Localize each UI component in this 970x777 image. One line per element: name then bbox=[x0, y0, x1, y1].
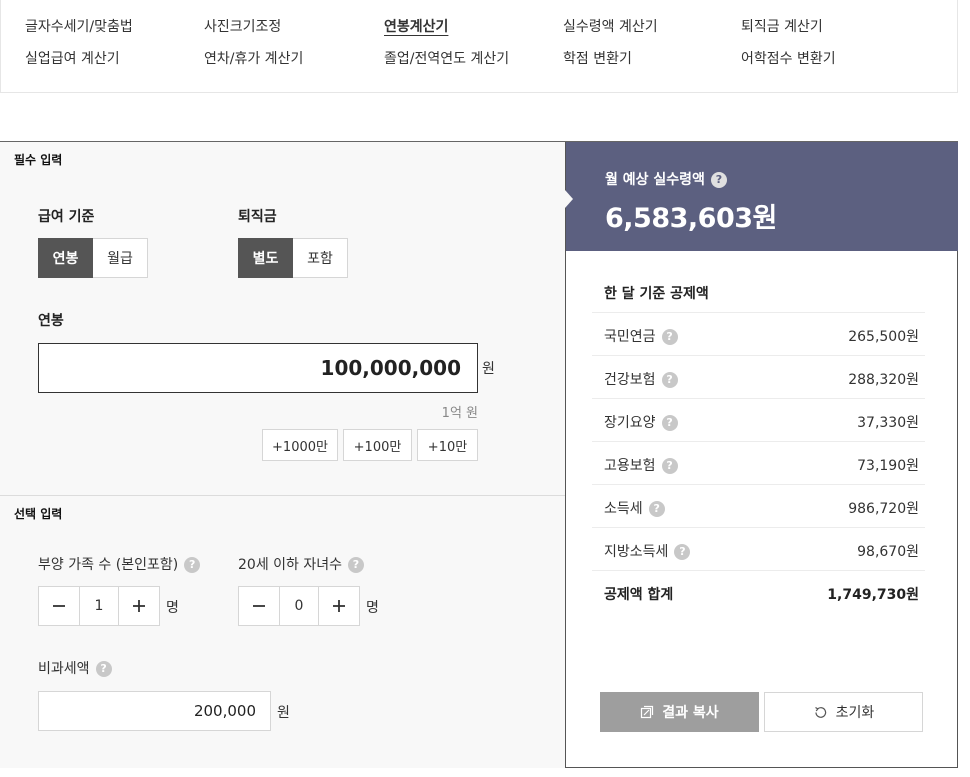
net-pay-amount: 6,583,603원 bbox=[605, 203, 777, 234]
deduction-total-value: 1,749,730원 bbox=[827, 587, 919, 603]
deduction-total-label: 공제액 합계 bbox=[604, 587, 674, 603]
result-label-text: 월 예상 실수령액 bbox=[605, 172, 705, 188]
dependents-unit: 명 bbox=[166, 600, 179, 616]
deduction-value: 986,720원 bbox=[848, 501, 919, 517]
required-input-title: 필수 입력 bbox=[14, 153, 63, 167]
minus-icon[interactable] bbox=[39, 587, 79, 625]
children-unit: 명 bbox=[366, 600, 379, 616]
deduction-name-text: 소득세 bbox=[604, 501, 643, 517]
severance-included-button[interactable]: 포함 bbox=[293, 238, 348, 278]
reset-button[interactable]: 초기화 bbox=[764, 692, 923, 732]
nontaxable-unit: 원 bbox=[277, 705, 290, 721]
deduction-name: 고용보험? bbox=[604, 455, 678, 475]
salary-unit: 원 bbox=[482, 361, 495, 377]
nav-item-char-counter[interactable]: 글자수세기/맞춤법 bbox=[25, 16, 133, 36]
deduction-name-text: 장기요양 bbox=[604, 415, 656, 431]
plus-icon[interactable] bbox=[319, 587, 359, 625]
dependents-label-text: 부양 가족 수 (본인포함) bbox=[38, 557, 179, 573]
deduction-value: 265,500원 bbox=[848, 329, 919, 345]
children-value[interactable]: 0 bbox=[279, 587, 319, 625]
deductions-title: 한 달 기준 공제액 bbox=[604, 286, 709, 302]
deduction-name: 국민연금? bbox=[604, 326, 678, 346]
deduction-name-text: 국민연금 bbox=[604, 329, 656, 345]
add-1m-button[interactable]: +100만 bbox=[343, 429, 412, 461]
help-icon[interactable]: ? bbox=[674, 544, 691, 560]
plus-icon[interactable] bbox=[119, 587, 159, 625]
help-icon[interactable]: ? bbox=[184, 557, 201, 573]
top-navigation: 글자수세기/맞춤법 사진크기조정 연봉계산기 실수령액 계산기 퇴직금 계산기 … bbox=[0, 0, 958, 93]
nontaxable-label: 비과세액? bbox=[38, 658, 112, 678]
deduction-name-text: 건강보험 bbox=[604, 372, 656, 388]
salary-basis-monthly-button[interactable]: 월급 bbox=[93, 238, 148, 278]
severance-separate-button[interactable]: 별도 bbox=[238, 238, 293, 278]
children-label-text: 20세 이하 자녀수 bbox=[238, 557, 342, 573]
minus-icon[interactable] bbox=[239, 587, 279, 625]
dependents-label: 부양 가족 수 (본인포함)? bbox=[38, 554, 201, 574]
deduction-row: 지방소득세? 98,670원 bbox=[592, 527, 925, 570]
deduction-name: 건강보험? bbox=[604, 369, 678, 389]
salary-label: 연봉 bbox=[38, 313, 64, 329]
reset-icon bbox=[813, 705, 828, 720]
deduction-value: 98,670원 bbox=[857, 544, 919, 560]
section-divider bbox=[0, 495, 565, 496]
copy-result-label: 결과 복사 bbox=[662, 705, 719, 721]
deduction-value: 37,330원 bbox=[857, 415, 919, 431]
nav-item-gpa-converter[interactable]: 학점 변환기 bbox=[563, 48, 632, 68]
deduction-row: 장기요양? 37,330원 bbox=[592, 398, 925, 441]
dependents-stepper: 1 bbox=[38, 586, 160, 626]
result-label: 월 예상 실수령액? bbox=[605, 169, 727, 189]
net-pay-calculator: 필수 입력 급여 기준 연봉 월급 퇴직금 별도 포함 연봉 100,000,0… bbox=[0, 141, 958, 768]
nav-item-net-pay-calculator[interactable]: 실수령액 계산기 bbox=[563, 16, 658, 36]
help-icon[interactable]: ? bbox=[661, 458, 678, 474]
deduction-row: 국민연금? 265,500원 bbox=[592, 312, 925, 355]
nav-item-photo-resize[interactable]: 사진크기조정 bbox=[204, 16, 281, 36]
children-stepper: 0 bbox=[238, 586, 360, 626]
deduction-total-row: 공제액 합계 1,749,730원 bbox=[592, 570, 925, 613]
deduction-row: 소득세? 986,720원 bbox=[592, 484, 925, 527]
nontaxable-input[interactable]: 200,000 bbox=[38, 691, 271, 731]
help-icon[interactable]: ? bbox=[95, 661, 112, 677]
dependents-value[interactable]: 1 bbox=[79, 587, 119, 625]
optional-input-title: 선택 입력 bbox=[14, 507, 63, 521]
help-icon[interactable]: ? bbox=[661, 415, 678, 431]
add-10m-button[interactable]: +1000만 bbox=[262, 429, 338, 461]
help-icon[interactable]: ? bbox=[661, 372, 678, 388]
copy-result-button[interactable]: 결과 복사 bbox=[600, 692, 759, 732]
severance-toggle: 별도 포함 bbox=[238, 238, 348, 278]
deduction-name: 지방소득세? bbox=[604, 541, 691, 561]
deduction-name: 소득세? bbox=[604, 498, 665, 518]
help-icon[interactable]: ? bbox=[661, 329, 678, 345]
nav-item-language-score-converter[interactable]: 어학점수 변환기 bbox=[741, 48, 836, 68]
salary-hint: 1억 원 bbox=[441, 406, 478, 421]
help-icon[interactable]: ? bbox=[648, 501, 665, 517]
help-icon[interactable]: ? bbox=[348, 557, 364, 573]
children-label: 20세 이하 자녀수? bbox=[238, 554, 364, 574]
salary-input[interactable]: 100,000,000 bbox=[38, 343, 478, 393]
severance-label: 퇴직금 bbox=[238, 209, 277, 225]
help-icon[interactable]: ? bbox=[710, 172, 727, 188]
salary-basis-label: 급여 기준 bbox=[38, 209, 95, 225]
deduction-name-text: 지방소득세 bbox=[604, 544, 669, 560]
salary-basis-annual-button[interactable]: 연봉 bbox=[38, 238, 93, 278]
input-panel: 필수 입력 급여 기준 연봉 월급 퇴직금 별도 포함 연봉 100,000,0… bbox=[0, 142, 565, 768]
add-100k-button[interactable]: +10만 bbox=[417, 429, 478, 461]
nav-item-salary-calculator[interactable]: 연봉계산기 bbox=[384, 16, 448, 36]
deduction-value: 288,320원 bbox=[848, 372, 919, 388]
nav-item-unemployment-calculator[interactable]: 실업급여 계산기 bbox=[25, 48, 120, 68]
deduction-row: 고용보험? 73,190원 bbox=[592, 441, 925, 484]
salary-basis-toggle: 연봉 월급 bbox=[38, 238, 148, 278]
pointer-arrow bbox=[565, 190, 573, 208]
nav-item-graduation-calculator[interactable]: 졸업/전역연도 계산기 bbox=[384, 48, 509, 68]
copy-icon bbox=[640, 705, 654, 719]
deduction-name-text: 고용보험 bbox=[604, 458, 656, 474]
reset-label: 초기화 bbox=[835, 705, 875, 721]
deduction-name: 장기요양? bbox=[604, 412, 678, 432]
result-header: 월 예상 실수령액? 6,583,603원 bbox=[565, 142, 958, 251]
deduction-row: 건강보험? 288,320원 bbox=[592, 355, 925, 398]
nav-item-leave-calculator[interactable]: 연차/휴가 계산기 bbox=[204, 48, 303, 68]
nav-item-severance-calculator[interactable]: 퇴직금 계산기 bbox=[741, 16, 823, 36]
nontaxable-label-text: 비과세액 bbox=[38, 661, 90, 677]
result-panel: 월 예상 실수령액? 6,583,603원 한 달 기준 공제액 국민연금? 2… bbox=[565, 142, 958, 768]
deduction-value: 73,190원 bbox=[857, 458, 919, 474]
